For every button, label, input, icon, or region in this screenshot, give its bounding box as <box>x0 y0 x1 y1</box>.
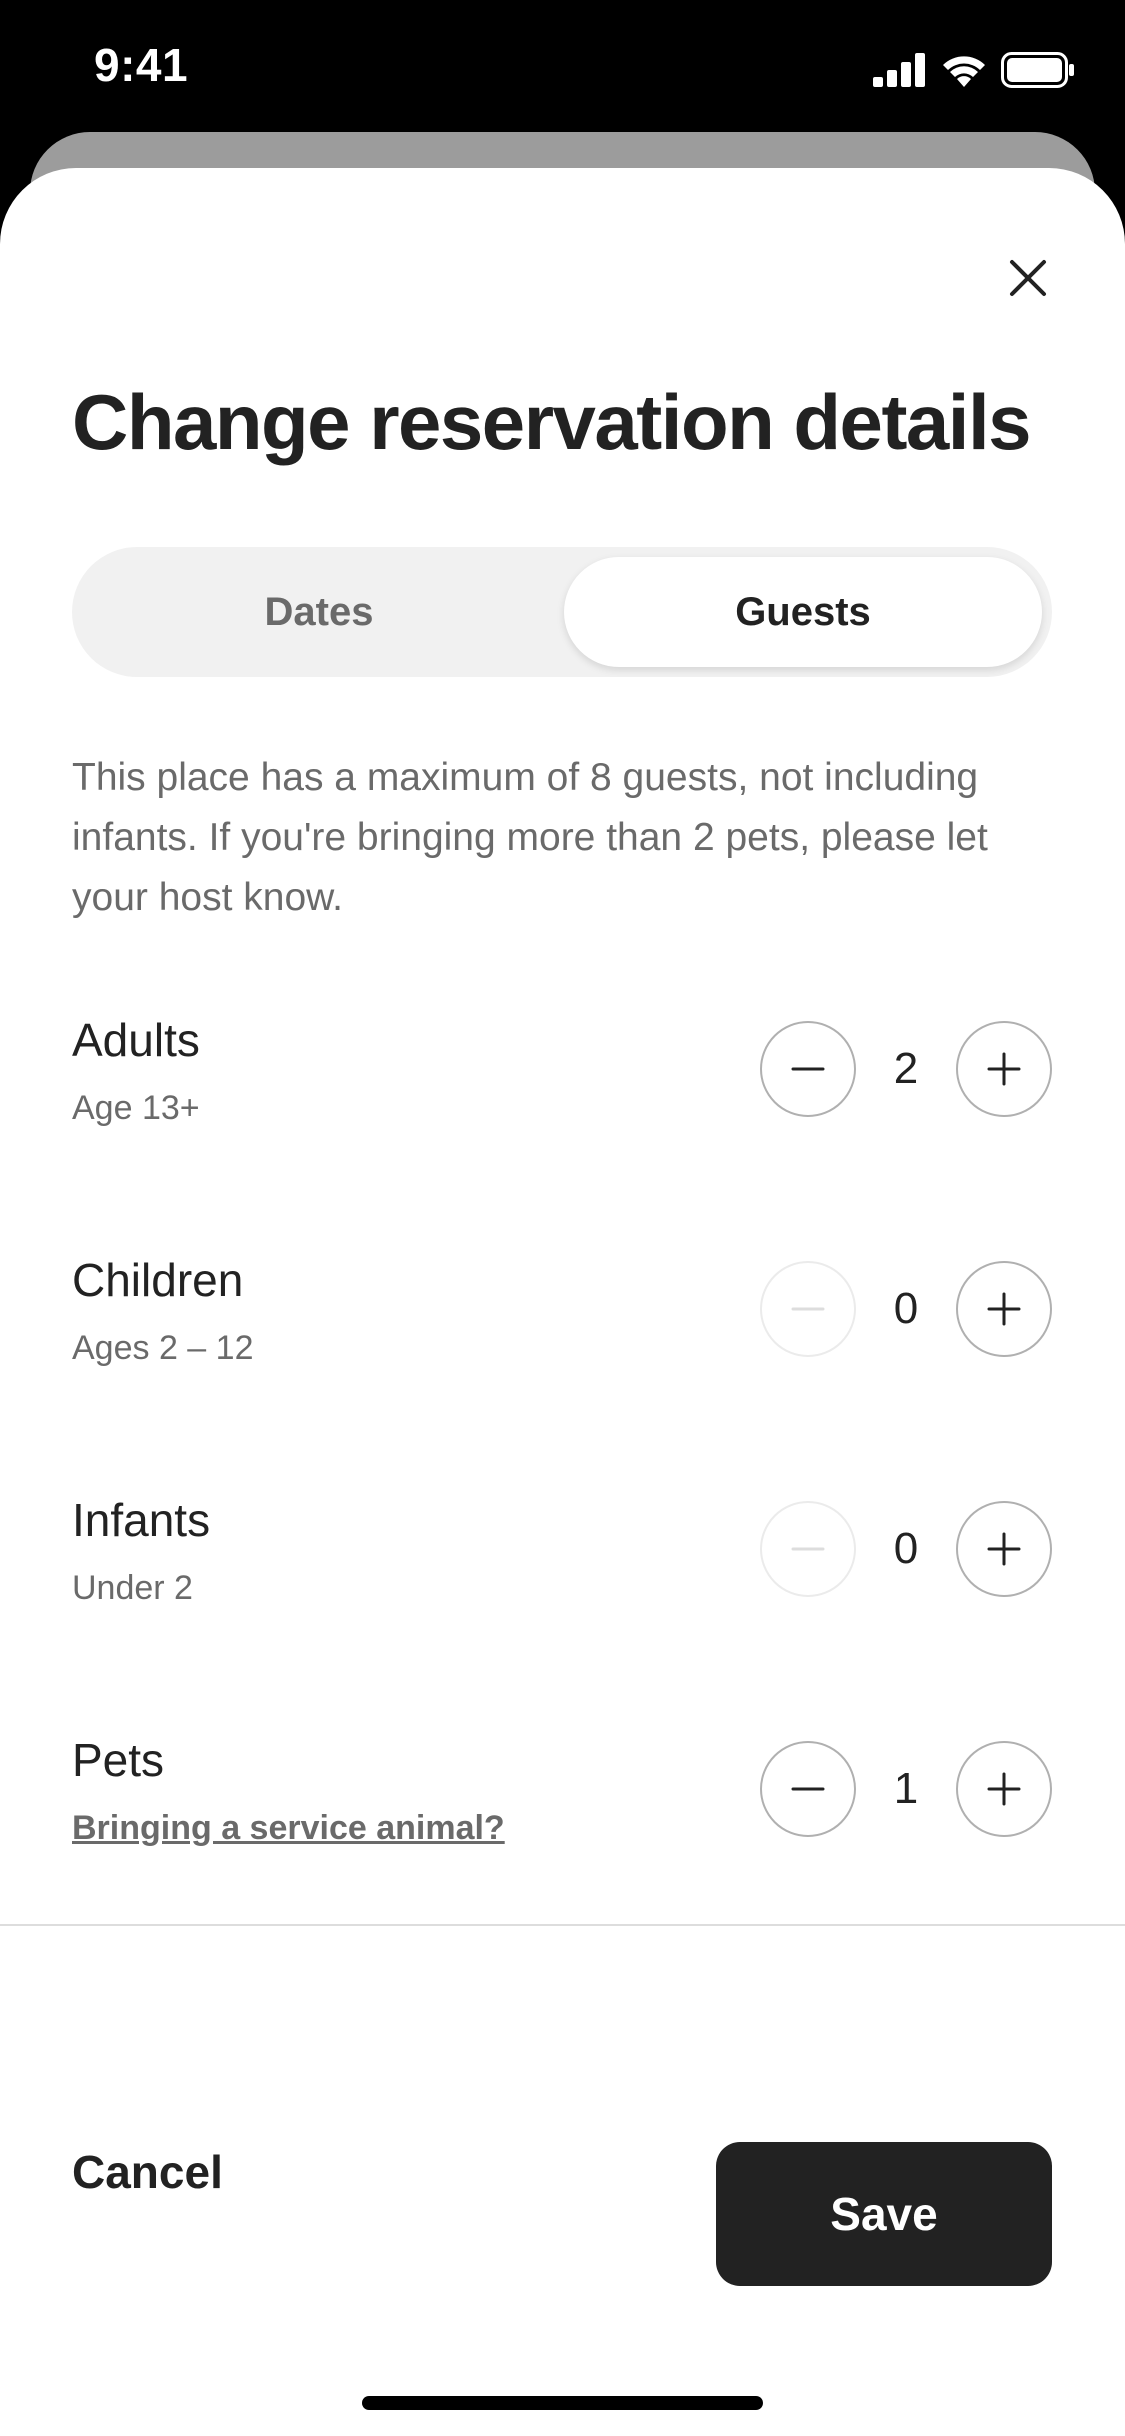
pets-stepper: 1 <box>760 1741 1052 1837</box>
footer-divider <box>0 1924 1125 1926</box>
guest-row-adults: Adults Age 13+ 2 <box>72 1013 1052 1163</box>
guest-type-label: Pets <box>72 1734 165 1786</box>
reservation-modal: Change reservation details Dates Guests … <box>0 168 1125 2436</box>
plus-icon <box>987 1052 1021 1086</box>
guest-row-pets: Pets Bringing a service animal? 1 <box>72 1733 1052 1883</box>
adults-stepper: 2 <box>760 1021 1052 1117</box>
minus-icon <box>791 1787 825 1791</box>
cancel-button[interactable]: Cancel <box>72 2145 223 2199</box>
page-title: Change reservation details <box>72 378 1032 466</box>
battery-icon <box>1001 52 1074 88</box>
adults-increment-button[interactable] <box>956 1021 1052 1117</box>
infants-decrement-button[interactable] <box>760 1501 856 1597</box>
plus-icon <box>987 1532 1021 1566</box>
guest-type-sublabel: Ages 2 – 12 <box>72 1329 254 1367</box>
guest-limit-info: This place has a maximum of 8 guests, no… <box>72 756 988 919</box>
adults-decrement-button[interactable] <box>760 1021 856 1117</box>
tab-switcher: Dates Guests <box>72 547 1052 677</box>
save-button[interactable]: Save <box>716 2142 1052 2286</box>
guest-type-label: Children <box>72 1254 244 1306</box>
status-bar: 9:41 <box>0 0 1125 132</box>
status-time: 9:41 <box>94 39 189 91</box>
wifi-icon <box>943 56 985 87</box>
tab-guests[interactable]: Guests <box>564 557 1042 667</box>
pets-count: 1 <box>893 1764 919 1813</box>
plus-icon <box>987 1772 1021 1806</box>
children-increment-button[interactable] <box>956 1261 1052 1357</box>
minus-icon <box>791 1067 825 1071</box>
guest-row-children: Children Ages 2 – 12 0 <box>72 1253 1052 1403</box>
guest-type-label: Infants <box>72 1494 211 1546</box>
children-decrement-button[interactable] <box>760 1261 856 1357</box>
infants-stepper: 0 <box>760 1501 1052 1597</box>
service-animal-link[interactable]: Bringing a service animal? <box>72 1809 505 1848</box>
screen: 9:41 Change reservation details Dates Gu… <box>0 0 1125 2436</box>
children-stepper: 0 <box>760 1261 1052 1357</box>
close-icon <box>1010 260 1046 296</box>
adults-count: 2 <box>893 1044 919 1093</box>
plus-icon <box>987 1292 1021 1326</box>
signal-icon <box>873 53 925 87</box>
home-indicator <box>362 2396 763 2410</box>
status-icons <box>873 50 1075 90</box>
children-count: 0 <box>893 1284 919 1333</box>
infants-increment-button[interactable] <box>956 1501 1052 1597</box>
pets-decrement-button[interactable] <box>760 1741 856 1837</box>
minus-icon <box>791 1307 825 1311</box>
guest-type-label: Adults <box>72 1014 200 1066</box>
guest-type-sublabel: Age 13+ <box>72 1089 200 1127</box>
close-button[interactable] <box>990 240 1066 316</box>
pets-increment-button[interactable] <box>956 1741 1052 1837</box>
guest-type-sublabel: Under 2 <box>72 1569 193 1607</box>
tab-dates[interactable]: Dates <box>82 557 556 667</box>
infants-count: 0 <box>893 1524 919 1573</box>
minus-icon <box>791 1547 825 1551</box>
guest-row-infants: Infants Under 2 0 <box>72 1493 1052 1643</box>
